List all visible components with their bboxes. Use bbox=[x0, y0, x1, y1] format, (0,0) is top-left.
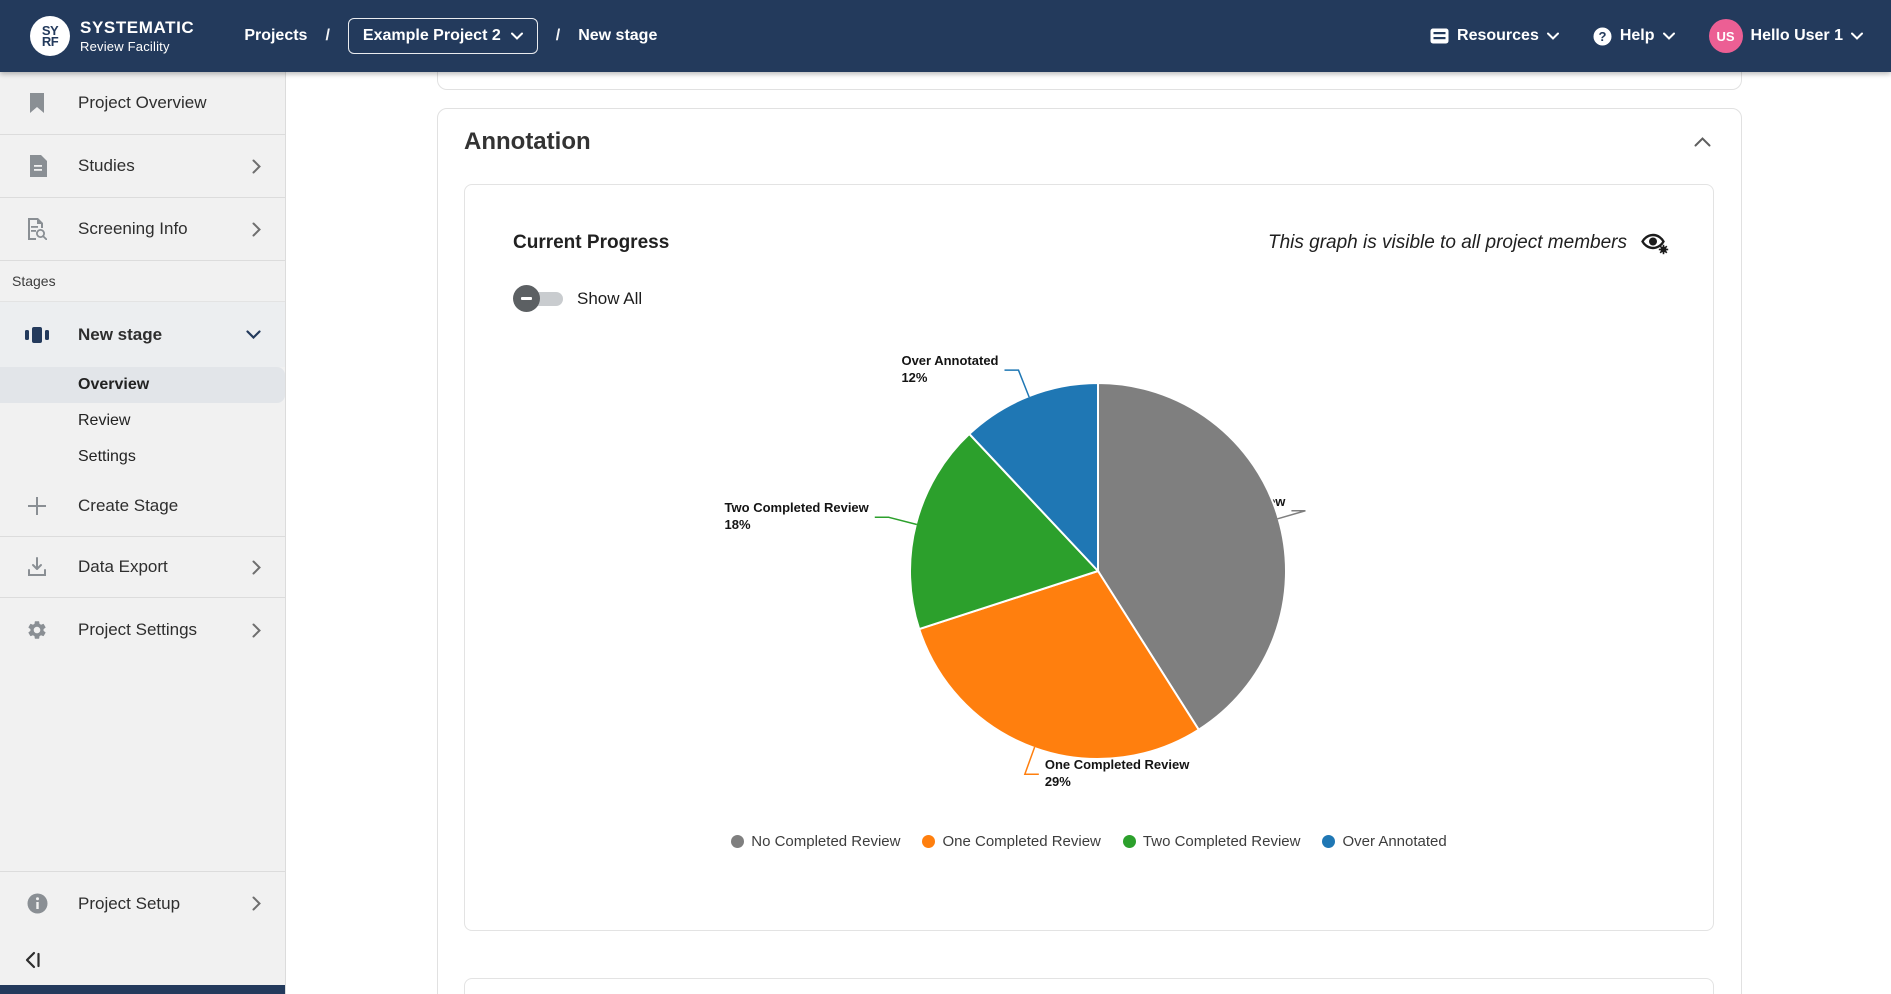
top-navbar: SY RF SYSTEMATIC Review Facility Project… bbox=[0, 0, 1891, 72]
pie-leader-line bbox=[1278, 511, 1306, 519]
brand-line2: Review Facility bbox=[80, 39, 194, 54]
resources-label: Resources bbox=[1457, 27, 1539, 45]
sidebar-item-label: Project Setup bbox=[78, 894, 252, 914]
sidebar-item-create-stage[interactable]: Create Stage bbox=[0, 475, 285, 537]
sidebar-item-label: Studies bbox=[78, 156, 252, 176]
info-icon bbox=[24, 893, 50, 914]
project-selector-label: Example Project 2 bbox=[363, 27, 501, 45]
legend-dot bbox=[1322, 835, 1335, 848]
eye-gear-icon bbox=[1641, 231, 1669, 255]
pie-leader-line bbox=[1004, 370, 1029, 397]
download-icon bbox=[24, 557, 50, 577]
legend-label: One Completed Review bbox=[942, 833, 1100, 850]
chevron-right-icon bbox=[252, 222, 261, 237]
sidebar-item-project-settings[interactable]: Project Settings bbox=[0, 598, 285, 662]
chevron-up-icon bbox=[1694, 137, 1711, 147]
user-greeting: Hello User 1 bbox=[1751, 27, 1843, 45]
legend-item-3[interactable]: Over Annotated bbox=[1322, 833, 1446, 850]
chevron-down-icon bbox=[511, 32, 523, 40]
chevron-down-icon bbox=[1851, 32, 1863, 40]
next-panel-partial bbox=[464, 978, 1714, 994]
sidebar-item-label: Create Stage bbox=[78, 496, 261, 516]
sidebar-subitem-settings[interactable]: Settings bbox=[0, 439, 285, 475]
brand-logo[interactable]: SY RF SYSTEMATIC Review Facility bbox=[30, 16, 194, 56]
avatar: US bbox=[1709, 19, 1743, 53]
chevron-right-icon bbox=[252, 560, 261, 575]
legend-item-0[interactable]: No Completed Review bbox=[731, 833, 900, 850]
collapse-section-button[interactable] bbox=[1694, 137, 1711, 147]
help-menu[interactable]: ? Help bbox=[1593, 27, 1675, 46]
legend-label: Two Completed Review bbox=[1143, 833, 1301, 850]
legend-label: No Completed Review bbox=[751, 833, 900, 850]
resources-menu[interactable]: Resources bbox=[1430, 27, 1559, 45]
brand-logo-icon: SY RF bbox=[30, 16, 70, 56]
legend-dot bbox=[731, 835, 744, 848]
legend-item-1[interactable]: One Completed Review bbox=[922, 833, 1100, 850]
sidebar-item-label: Data Export bbox=[78, 557, 252, 577]
sidebar-item-project-overview[interactable]: Project Overview bbox=[0, 72, 285, 135]
sidebar-item-label: Project Settings bbox=[78, 620, 252, 640]
panel-title: Current Progress bbox=[513, 232, 669, 254]
sidebar-item-screening-info[interactable]: Screening Info bbox=[0, 198, 285, 261]
sidebar-collapse-button[interactable] bbox=[0, 935, 285, 985]
section-title: Annotation bbox=[464, 128, 591, 156]
collapse-left-icon bbox=[24, 951, 42, 969]
stages-section-label: Stages bbox=[0, 261, 285, 302]
sidebar: Project Overview Studies Screening Info … bbox=[0, 72, 286, 994]
bookmark-icon bbox=[24, 92, 50, 114]
annotation-card-header: Annotation bbox=[438, 109, 1741, 175]
annotation-card: Annotation Current Progress This graph i… bbox=[437, 108, 1742, 994]
chevron-right-icon bbox=[252, 896, 261, 911]
sidebar-item-label: Screening Info bbox=[78, 219, 252, 239]
sidebar-item-project-setup[interactable]: Project Setup bbox=[0, 871, 285, 935]
pie-leader-line bbox=[875, 517, 917, 524]
chevron-down-icon bbox=[1547, 32, 1559, 40]
help-icon: ? bbox=[1593, 27, 1612, 46]
main-content: Annotation Current Progress This graph i… bbox=[286, 72, 1891, 994]
sidebar-item-data-export[interactable]: Data Export bbox=[0, 537, 285, 598]
plus-icon bbox=[24, 496, 50, 516]
legend-item-2[interactable]: Two Completed Review bbox=[1123, 833, 1301, 850]
project-selector-button[interactable]: Example Project 2 bbox=[348, 18, 538, 54]
resources-icon bbox=[1430, 28, 1449, 44]
chevron-right-icon bbox=[252, 159, 261, 174]
breadcrumb-separator: / bbox=[325, 27, 329, 45]
sidebar-item-label: Project Overview bbox=[78, 93, 261, 113]
gear-icon bbox=[24, 619, 50, 641]
legend-dot bbox=[922, 835, 935, 848]
chevron-down-icon bbox=[246, 330, 261, 339]
sidebar-item-studies[interactable]: Studies bbox=[0, 135, 285, 198]
sidebar-spacer bbox=[0, 662, 285, 871]
breadcrumb-projects-link[interactable]: Projects bbox=[244, 27, 307, 45]
brand-line1: SYSTEMATIC bbox=[80, 18, 194, 38]
chevron-down-icon bbox=[1663, 32, 1675, 40]
sidebar-subitem-overview[interactable]: Overview bbox=[0, 367, 285, 403]
chart-legend: No Completed Review One Completed Review T… bbox=[465, 833, 1713, 850]
breadcrumb-stage: New stage bbox=[578, 27, 657, 45]
current-progress-panel: Current Progress This graph is visible t… bbox=[464, 184, 1714, 931]
document-icon bbox=[24, 155, 50, 177]
user-menu[interactable]: US Hello User 1 bbox=[1709, 19, 1863, 53]
sidebar-bottom-strip bbox=[0, 985, 285, 994]
svg-text:?: ? bbox=[1598, 29, 1606, 44]
document-search-icon bbox=[24, 218, 50, 240]
help-label: Help bbox=[1620, 27, 1655, 45]
sidebar-subitem-review[interactable]: Review bbox=[0, 403, 285, 439]
chevron-right-icon bbox=[252, 623, 261, 638]
legend-dot bbox=[1123, 835, 1136, 848]
stage-icon bbox=[24, 325, 50, 345]
pie-chart: No Completed Review41%One Completed Revi… bbox=[465, 303, 1713, 823]
visibility-settings-button[interactable] bbox=[1641, 231, 1669, 255]
visibility-note: This graph is visible to all project mem… bbox=[1268, 232, 1627, 254]
avatar-initials: US bbox=[1716, 29, 1734, 44]
sidebar-item-label: New stage bbox=[78, 325, 246, 345]
sidebar-item-new-stage[interactable]: New stage bbox=[0, 302, 285, 367]
legend-label: Over Annotated bbox=[1342, 833, 1446, 850]
pie-leader-line bbox=[1025, 747, 1039, 774]
breadcrumb-separator: / bbox=[556, 27, 560, 45]
brand-text: SYSTEMATIC Review Facility bbox=[80, 18, 194, 54]
logo-monogram-bottom: RF bbox=[42, 36, 58, 47]
app-window: SY RF SYSTEMATIC Review Facility Project… bbox=[0, 0, 1891, 994]
